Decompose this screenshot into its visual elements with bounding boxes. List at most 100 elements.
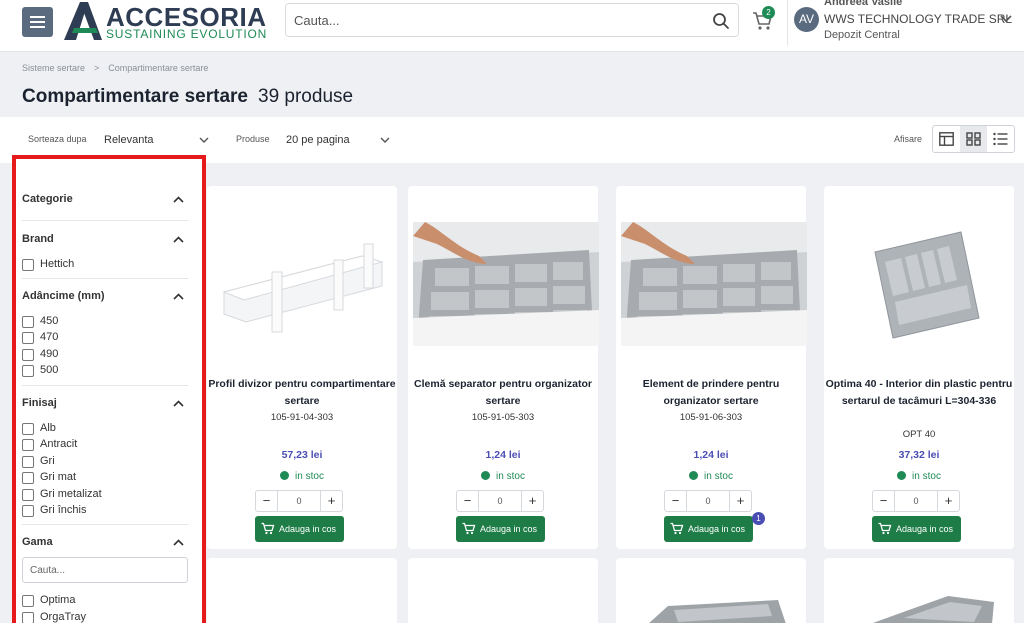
table-icon <box>939 132 954 146</box>
chevron-up-icon[interactable] <box>173 196 184 203</box>
add-to-cart-button[interactable]: Adauga in cos <box>664 516 753 542</box>
filter-range-search-input[interactable] <box>22 557 188 583</box>
avatar[interactable]: AV <box>794 7 819 32</box>
sort-select[interactable]: Relevanta <box>99 126 214 154</box>
product-image[interactable] <box>212 222 398 346</box>
filter-checkbox[interactable] <box>22 423 34 435</box>
quantity-value[interactable]: 0 <box>278 491 320 511</box>
product-card[interactable] <box>616 558 806 623</box>
product-card[interactable]: Clemă separator pentru organizator serta… <box>408 186 599 549</box>
plus-icon[interactable]: + <box>729 491 751 511</box>
minus-icon[interactable]: − <box>873 491 895 511</box>
product-title[interactable]: Clemă separator pentru organizator serta… <box>408 376 598 410</box>
filter-checkbox[interactable] <box>22 505 34 517</box>
filter-checkbox[interactable] <box>22 489 34 501</box>
hamburger-menu-button[interactable] <box>22 7 53 37</box>
list-icon <box>993 132 1008 146</box>
view-table-button[interactable] <box>933 126 960 152</box>
filter-depth-title[interactable]: Adâncime (mm) <box>22 290 105 302</box>
user-company[interactable]: WWS TECHNOLOGY TRADE SRL <box>824 12 1012 26</box>
menu-line <box>30 26 45 28</box>
product-code: 105-91-04-303 <box>270 412 334 423</box>
product-card[interactable]: Profil divizor pentru compartimentare se… <box>207 186 397 549</box>
plus-icon[interactable]: + <box>521 491 543 511</box>
product-title[interactable]: Optima 40 - Interior din plastic pentru … <box>824 376 1014 410</box>
minus-icon[interactable]: − <box>256 491 278 511</box>
product-card[interactable] <box>824 558 1014 623</box>
chevron-up-icon[interactable] <box>173 293 184 300</box>
brand-logo-icon[interactable] <box>62 2 102 40</box>
filter-option-label: Gri închis <box>40 504 87 516</box>
cart-icon <box>261 522 275 535</box>
cart-icon <box>670 522 684 535</box>
filter-checkbox[interactable] <box>22 595 34 607</box>
filter-finish-title[interactable]: Finisaj <box>22 397 57 409</box>
add-to-cart-label: Adauga in cos <box>480 524 538 534</box>
filter-brand-title[interactable]: Brand <box>22 233 54 245</box>
filter-checkbox[interactable] <box>22 612 34 623</box>
product-image[interactable] <box>638 594 788 623</box>
add-to-cart-button[interactable]: Adauga in cos <box>872 516 961 542</box>
plus-icon[interactable]: + <box>937 491 959 511</box>
quantity-value[interactable]: 0 <box>479 491 521 511</box>
breadcrumb: Sisteme sertare > Compartimentare sertare <box>22 63 208 73</box>
product-card[interactable]: Optima 40 - Interior din plastic pentru … <box>824 186 1014 549</box>
product-image[interactable] <box>829 222 1015 346</box>
view-list-button[interactable] <box>987 126 1014 152</box>
product-image[interactable] <box>621 222 807 346</box>
stock-status: in stoc <box>824 471 1014 482</box>
cart-icon <box>878 522 892 535</box>
filter-checkbox[interactable] <box>22 259 34 271</box>
filter-category-title[interactable]: Categorie <box>22 193 73 205</box>
filter-checkbox[interactable] <box>22 332 34 344</box>
quantity-stepper: − 0 + <box>456 490 544 512</box>
product-title[interactable]: Element de prindere pentru organizator s… <box>616 376 806 410</box>
chevron-right-icon: > <box>94 63 100 73</box>
per-page-select[interactable]: 20 pe pagina <box>281 126 395 154</box>
product-card[interactable] <box>207 558 397 623</box>
cart-icon <box>462 522 476 535</box>
minus-icon[interactable]: − <box>457 491 479 511</box>
filter-divider <box>22 524 188 525</box>
product-image[interactable] <box>864 588 1004 623</box>
filter-checkbox[interactable] <box>22 316 34 328</box>
product-card[interactable] <box>408 558 598 623</box>
chevron-up-icon[interactable] <box>173 400 184 407</box>
filter-option-label: Alb <box>40 422 56 434</box>
filter-checkbox[interactable] <box>22 456 34 468</box>
chevron-up-icon[interactable] <box>173 236 184 243</box>
filter-option-label: Hettich <box>40 258 75 270</box>
search-icon[interactable] <box>712 12 730 30</box>
product-card[interactable]: Element de prindere pentru organizator s… <box>616 186 807 549</box>
filter-range-title[interactable]: Gama <box>22 536 53 548</box>
product-image[interactable] <box>413 222 599 346</box>
plus-icon[interactable]: + <box>320 491 342 511</box>
top-header: ACCESORIA SUSTAINING EVOLUTION 2 AV Andr… <box>0 0 1024 52</box>
add-to-cart-button[interactable]: Adauga in cos <box>255 516 344 542</box>
product-price: 1,24 lei <box>485 449 521 461</box>
filter-divider <box>22 278 188 279</box>
chevron-down-icon <box>380 137 390 143</box>
in-stock-dot-icon <box>280 471 290 480</box>
search-input[interactable] <box>294 10 694 30</box>
quantity-value[interactable]: 0 <box>895 491 937 511</box>
filter-checkbox[interactable] <box>22 349 34 361</box>
stock-label: in stoc <box>912 471 941 482</box>
chevron-down-icon[interactable] <box>1000 15 1012 23</box>
quantity-value[interactable]: 0 <box>687 491 729 511</box>
in-stock-dot-icon <box>481 471 491 480</box>
filter-option-label: Gri metalizat <box>40 488 102 500</box>
filter-checkbox[interactable] <box>22 439 34 451</box>
add-to-cart-button[interactable]: Adauga in cos <box>456 516 545 542</box>
filter-checkbox[interactable] <box>22 365 34 377</box>
user-name: Andreea Vasile <box>824 0 903 8</box>
minus-icon[interactable]: − <box>665 491 687 511</box>
view-grid-button[interactable] <box>960 126 987 152</box>
breadcrumb-item[interactable]: Sisteme sertare <box>22 63 85 73</box>
chevron-up-icon[interactable] <box>173 539 184 546</box>
filter-checkbox[interactable] <box>22 472 34 484</box>
grid-icon <box>966 132 981 146</box>
product-title[interactable]: Profil divizor pentru compartimentare se… <box>207 376 397 410</box>
breadcrumb-item[interactable]: Compartimentare sertare <box>108 63 208 73</box>
filter-option-label: OrgaTray <box>40 611 87 623</box>
